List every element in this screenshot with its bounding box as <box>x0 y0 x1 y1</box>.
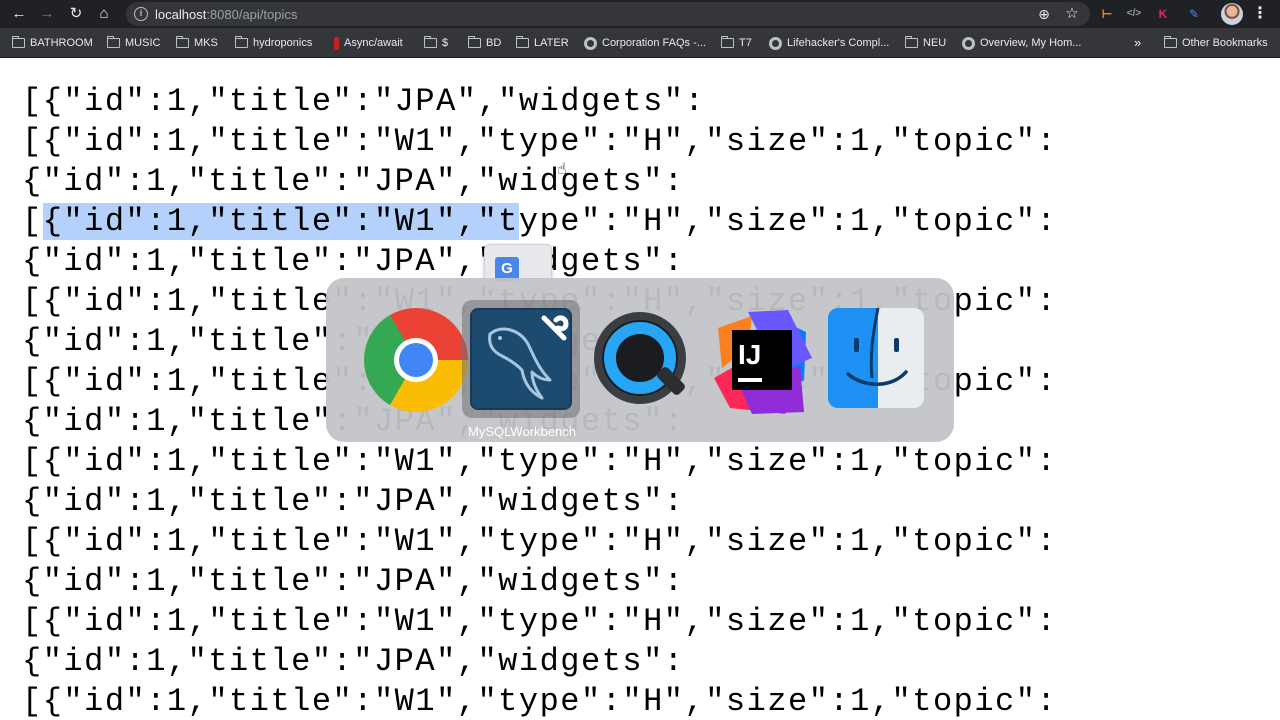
bookmark-label: MUSIC <box>125 37 161 49</box>
bookmark-label: Lifehacker's Compl... <box>787 37 890 49</box>
finder-icon[interactable] <box>816 300 934 418</box>
bookmark-label: BD <box>486 37 502 49</box>
bookmark-hydroponics[interactable]: hydroponics <box>234 35 313 51</box>
bookmark-label: NEU <box>923 37 947 49</box>
json-line[interactable]: {"id":1,"title":"JPA","widgets": <box>22 482 685 522</box>
json-line[interactable]: [{"id":1,"title":"W1","type":"H","size":… <box>22 602 1057 642</box>
folder-icon <box>423 35 437 48</box>
intellij-idea-icon[interactable]: IJ <box>698 300 816 418</box>
json-line[interactable]: [{"id":1,"title":"JPA","widgets": <box>22 82 705 122</box>
json-line[interactable]: [{"id":1,"title":"W1","type":"H","size":… <box>22 202 1057 242</box>
bookmarks-bar: BATHROOM MUSIC MKS hydroponics Async/awa… <box>0 28 1280 58</box>
folder-icon <box>904 35 918 48</box>
json-line[interactable]: {"id":1,"title":"JPA","widgets": <box>22 562 685 602</box>
bookmark-neu[interactable]: NEU <box>904 35 947 51</box>
bookmark-label: LATER <box>534 37 569 49</box>
bookmark-label: Async/await <box>344 37 403 49</box>
bookmark-label: T7 <box>739 37 752 49</box>
url-path: :8080/api/topics <box>206 7 298 22</box>
chrome-logo <box>364 308 468 412</box>
folder-icon <box>234 35 248 48</box>
bookmark-bd[interactable]: BD <box>467 35 502 51</box>
json-text: ype":"H","size":1,"topic": <box>518 203 1058 240</box>
bookmarks-overflow-chevron[interactable]: » <box>1134 35 1141 51</box>
bookmark-bathroom[interactable]: BATHROOM <box>11 35 93 51</box>
finder-logo <box>828 308 924 408</box>
bookmark-label: Overview, My Hom... <box>980 37 1082 49</box>
more-vert-icon[interactable]: ⋮ <box>1252 3 1268 25</box>
folder-icon <box>1163 35 1177 48</box>
globe-icon <box>584 36 597 50</box>
json-line[interactable]: [{"id":1,"title":"W1","type":"H","size":… <box>22 682 1057 720</box>
mysql-workbench-logo <box>470 308 572 410</box>
bookmark-lifehacker[interactable]: Lifehacker's Compl... <box>769 35 889 51</box>
bookmark-music[interactable]: MUSIC <box>106 35 161 51</box>
quicktime-logo <box>592 308 692 410</box>
intellij-idea-logo: IJ <box>708 308 816 416</box>
selected-app-label: MySQLWorkbench <box>468 424 576 439</box>
bookmark-later[interactable]: LATER <box>515 35 569 51</box>
json-line[interactable]: {"id":1,"title":"JPA","widgets": <box>22 642 685 682</box>
chrome-icon[interactable] <box>340 300 468 418</box>
bookmark-mks[interactable]: MKS <box>175 35 218 51</box>
json-line[interactable]: {"id":1,"title":"JPA","widgets": <box>22 162 685 202</box>
folder-icon <box>720 35 734 48</box>
browser-toolbar: ← → ↻ ⌂ i localhost:8080/api/topics ⊕ ☆ … <box>0 0 1280 28</box>
folder-icon <box>175 35 189 48</box>
home-icon[interactable]: ⌂ <box>93 3 115 25</box>
profile-avatar[interactable] <box>1221 3 1243 25</box>
url-host: localhost <box>155 7 207 22</box>
bookmark-other-bookmarks[interactable]: Other Bookmarks <box>1163 35 1268 51</box>
svg-text:IJ: IJ <box>738 339 761 370</box>
extension-orange-icon[interactable]: ⊢ <box>1097 4 1117 24</box>
globe-icon <box>769 36 782 50</box>
extension-code-icon[interactable]: </> <box>1124 4 1144 24</box>
json-line[interactable]: [{"id":1,"title":"W1","type":"H","size":… <box>22 122 1057 162</box>
star-icon[interactable]: ☆ <box>1062 4 1082 24</box>
bookmark-corporation-faqs[interactable]: Corporation FAQs -... <box>584 35 706 51</box>
bookmark-label: MKS <box>194 37 218 49</box>
json-line[interactable]: [{"id":1,"title":"W1","type":"H","size":… <box>22 522 1057 562</box>
bookmark-label: Other Bookmarks <box>1182 37 1268 49</box>
folder-icon <box>515 35 529 48</box>
bookmark-dollar[interactable]: $ <box>423 35 449 51</box>
bookmark-icon <box>334 36 339 50</box>
back-arrow-icon[interactable]: ← <box>8 3 30 25</box>
json-line[interactable]: [{"id":1,"title":"W1","type":"H","size":… <box>22 442 1057 482</box>
bookmark-async-await[interactable]: Async/await <box>334 35 403 51</box>
forward-arrow-icon[interactable]: → <box>36 3 58 25</box>
bookmark-label: $ <box>442 37 449 49</box>
folder-icon <box>106 35 120 48</box>
json-line[interactable]: {"id":1,"title":"JPA","widgets": <box>22 242 685 282</box>
globe-icon <box>962 36 975 50</box>
selected-text: {"id":1,"title":"W1","t <box>42 203 519 240</box>
bookmark-label: hydroponics <box>253 37 313 49</box>
folder-icon <box>11 35 25 48</box>
extension-pen-icon[interactable]: ✎ <box>1184 4 1204 24</box>
url-text[interactable]: localhost:8080/api/topics <box>155 7 297 22</box>
hand-cursor-icon: ☝ <box>557 161 567 178</box>
reload-icon[interactable]: ↻ <box>65 3 87 25</box>
zoom-icon[interactable]: ⊕ <box>1034 4 1054 24</box>
app-switcher: IJ <box>326 278 954 442</box>
json-text: [ <box>22 203 43 240</box>
address-bar[interactable]: i localhost:8080/api/topics ⊕ ☆ <box>126 2 1090 26</box>
mysql-workbench-icon[interactable] <box>462 300 580 418</box>
bookmark-label: Corporation FAQs -... <box>602 37 706 49</box>
extension-k-icon[interactable]: K <box>1153 4 1173 24</box>
info-icon[interactable]: i <box>134 7 148 21</box>
quicktime-icon[interactable] <box>580 300 698 418</box>
bookmark-label: BATHROOM <box>30 37 93 49</box>
bookmark-t7[interactable]: T7 <box>720 35 752 51</box>
bookmark-overview[interactable]: Overview, My Hom... <box>962 35 1081 51</box>
folder-icon <box>467 35 481 48</box>
